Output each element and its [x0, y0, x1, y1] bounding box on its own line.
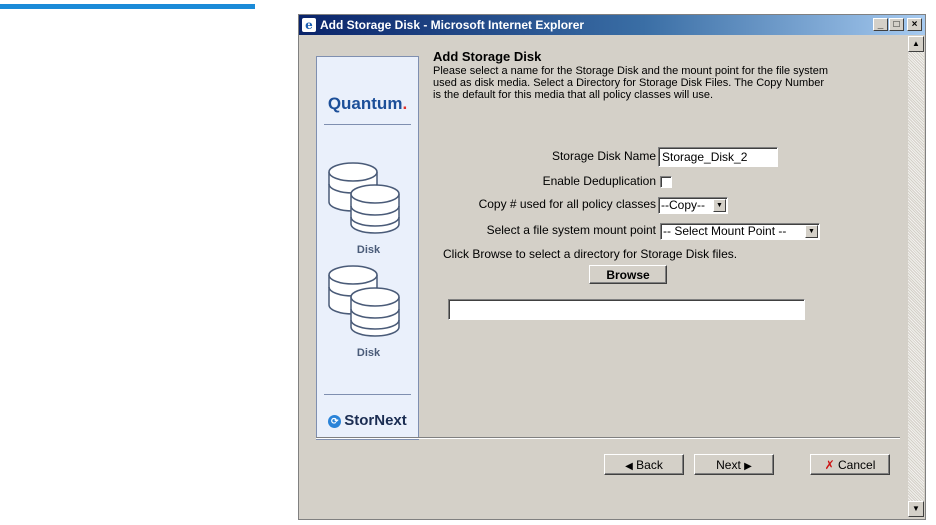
- ie-window: e Add Storage Disk - Microsoft Internet …: [298, 14, 926, 520]
- vertical-scrollbar[interactable]: ▲ ▼: [908, 36, 924, 517]
- stornext-logo: ⟳ StorNext: [317, 412, 418, 429]
- footer-separator: [316, 437, 900, 439]
- cancel-button[interactable]: ✗ Cancel: [810, 454, 890, 475]
- enable-deduplication-checkbox[interactable]: [660, 176, 672, 188]
- back-label: Back: [636, 457, 663, 472]
- copy-number-value: --Copy--: [661, 198, 705, 212]
- browse-hint: Click Browse to select a directory for S…: [443, 247, 738, 261]
- close-button[interactable]: ×: [907, 18, 922, 31]
- copy-number-label: Copy # used for all policy classes: [478, 197, 656, 211]
- mount-point-select[interactable]: -- Select Mount Point -- ▼: [660, 223, 820, 240]
- disk-stack-icon: [327, 160, 409, 242]
- next-button[interactable]: Next ▶: [694, 454, 774, 475]
- chevron-down-icon[interactable]: ▼: [805, 225, 818, 238]
- scroll-up-icon[interactable]: ▲: [908, 36, 924, 52]
- quantum-logo: Quantum.: [327, 94, 408, 113]
- copy-number-select[interactable]: --Copy-- ▼: [658, 197, 728, 214]
- internet-explorer-icon: e: [302, 18, 316, 32]
- storage-disk-name-input[interactable]: [658, 147, 778, 167]
- enable-deduplication-label: Enable Deduplication: [542, 174, 656, 188]
- stornext-icon: ⟳: [328, 414, 342, 428]
- back-button[interactable]: ◀ Back: [604, 454, 684, 475]
- intro-text: Please select a name for the Storage Dis…: [433, 65, 828, 101]
- arrow-left-icon: ◀: [625, 460, 633, 472]
- document-header-rule: [0, 4, 255, 9]
- cancel-label: Cancel: [838, 457, 876, 472]
- chevron-down-icon[interactable]: ▼: [713, 199, 726, 212]
- page-title: Add Storage Disk: [433, 49, 542, 64]
- scroll-down-icon[interactable]: ▼: [908, 501, 924, 517]
- disk-label: Disk: [356, 347, 381, 359]
- sidebar-divider: [324, 124, 411, 125]
- storage-disk-directory-input[interactable]: [448, 299, 805, 320]
- storage-disk-name-label: Storage Disk Name: [551, 149, 656, 163]
- arrow-right-icon: ▶: [744, 460, 752, 472]
- dialog-content: Quantum. Disk Disk ⟳ StorNext Add Storag…: [301, 36, 907, 517]
- wizard-sidebar: Quantum. Disk Disk ⟳ StorNext: [316, 56, 419, 440]
- disk-stack-icon: [327, 263, 409, 345]
- maximize-button[interactable]: □: [889, 18, 904, 31]
- sidebar-divider: [324, 394, 411, 395]
- browse-button[interactable]: Browse: [589, 265, 667, 284]
- disk-label: Disk: [356, 244, 381, 256]
- window-title: Add Storage Disk - Microsoft Internet Ex…: [320, 18, 585, 32]
- next-label: Next: [716, 457, 741, 472]
- minimize-button[interactable]: _: [873, 18, 888, 31]
- mount-point-label: Select a file system mount point: [486, 223, 656, 237]
- title-bar[interactable]: e Add Storage Disk - Microsoft Internet …: [299, 15, 925, 35]
- mount-point-value: -- Select Mount Point --: [663, 224, 787, 238]
- cancel-x-icon: ✗: [824, 457, 835, 472]
